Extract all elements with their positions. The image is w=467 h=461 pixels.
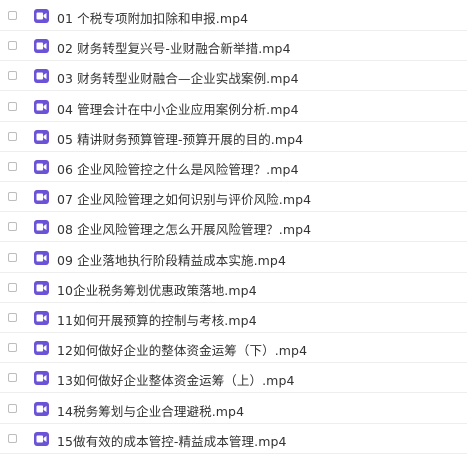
checkbox-icon[interactable] <box>8 313 17 322</box>
video-file-icon <box>34 431 49 446</box>
checkbox-icon[interactable] <box>8 131 17 141</box>
checkbox-icon[interactable] <box>8 71 17 81</box>
file-list: 01 个税专项附加扣除和申报.mp4 02 财务转型复兴号-业财融合新举措.mp4… <box>0 0 467 461</box>
video-file-icon <box>34 401 49 416</box>
video-file-icon <box>34 99 49 114</box>
file-row[interactable]: 13如何做好企业整体资金运筹（上）.mp4 <box>0 363 467 394</box>
file-name[interactable]: 11如何开展预算的控制与考核.mp4 <box>57 310 257 329</box>
file-name[interactable]: 07 企业风险管理之如何识别与评价风险.mp4 <box>57 189 311 208</box>
video-file-icon <box>34 39 49 54</box>
video-file-icon <box>34 9 49 23</box>
file-row[interactable]: 15做有效的成本管控-精益成本管理.mp4 <box>0 424 467 454</box>
file-row[interactable]: 08 企业风险管理之怎么开展风险管理？.mp4 <box>0 212 467 243</box>
video-file-icon <box>34 160 49 174</box>
file-name[interactable]: 01 个税专项附加扣除和申报.mp4 <box>57 8 248 27</box>
checkbox-icon[interactable] <box>8 192 17 202</box>
checkbox-icon[interactable] <box>8 252 17 262</box>
video-file-icon <box>34 190 49 205</box>
file-name[interactable]: 05 精讲财务预算管理-预算开展的目的.mp4 <box>57 129 303 148</box>
file-row[interactable]: 04 管理会计在中小企业应用案例分析.mp4 <box>0 92 467 122</box>
video-file-icon <box>34 250 49 265</box>
file-row[interactable]: 10企业税务筹划优惠政策落地.mp4 <box>0 273 467 303</box>
video-file-icon <box>34 69 49 84</box>
file-name[interactable]: 06 企业风险管控之什么是风险管理？.mp4 <box>57 159 299 178</box>
checkbox-icon[interactable] <box>8 162 17 171</box>
checkbox-icon[interactable] <box>8 373 17 383</box>
file-row[interactable]: 11如何开展预算的控制与考核.mp4 <box>0 303 467 333</box>
video-file-icon <box>34 341 49 356</box>
checkbox-icon[interactable] <box>8 101 17 111</box>
file-name[interactable]: 08 企业风险管理之怎么开展风险管理？.mp4 <box>57 219 311 238</box>
file-row[interactable]: 03 财务转型业财融合—企业实战案例.mp4 <box>0 61 467 92</box>
checkbox-icon[interactable] <box>8 41 17 51</box>
video-file-icon <box>34 129 49 144</box>
checkbox-icon[interactable] <box>8 433 17 443</box>
checkbox-icon[interactable] <box>8 222 17 232</box>
file-name[interactable]: 14税务筹划与企业合理避税.mp4 <box>57 401 244 420</box>
file-name[interactable]: 12如何做好企业的整体资金运筹（下）.mp4 <box>57 340 307 359</box>
checkbox-icon[interactable] <box>8 403 17 413</box>
file-row[interactable]: 09 企业落地执行阶段精益成本实施.mp4 <box>0 243 467 273</box>
file-row[interactable]: 14税务筹划与企业合理避税.mp4 <box>0 394 467 424</box>
file-name[interactable]: 09 企业落地执行阶段精益成本实施.mp4 <box>57 250 286 269</box>
file-name[interactable]: 03 财务转型业财融合—企业实战案例.mp4 <box>57 68 299 87</box>
file-name[interactable]: 10企业税务筹划优惠政策落地.mp4 <box>57 280 257 299</box>
file-row[interactable]: 06 企业风险管控之什么是风险管理？.mp4 <box>0 152 467 182</box>
file-row[interactable]: 05 精讲财务预算管理-预算开展的目的.mp4 <box>0 122 467 152</box>
video-file-icon <box>34 371 49 386</box>
file-name[interactable]: 15做有效的成本管控-精益成本管理.mp4 <box>57 431 287 450</box>
video-file-icon <box>34 311 49 325</box>
video-file-icon <box>34 280 49 295</box>
file-name[interactable]: 04 管理会计在中小企业应用案例分析.mp4 <box>57 99 299 118</box>
video-file-icon <box>34 220 49 235</box>
checkbox-icon[interactable] <box>8 11 17 20</box>
checkbox-icon[interactable] <box>8 282 17 292</box>
checkbox-icon[interactable] <box>8 343 17 353</box>
file-row[interactable]: 01 个税专项附加扣除和申报.mp4 <box>0 1 467 31</box>
file-row[interactable]: 12如何做好企业的整体资金运筹（下）.mp4 <box>0 333 467 364</box>
file-name[interactable]: 13如何做好企业整体资金运筹（上）.mp4 <box>57 370 295 389</box>
file-name[interactable]: 02 财务转型复兴号-业财融合新举措.mp4 <box>57 38 291 57</box>
file-row[interactable]: 07 企业风险管理之如何识别与评价风险.mp4 <box>0 182 467 213</box>
file-row[interactable]: 02 财务转型复兴号-业财融合新举措.mp4 <box>0 31 467 62</box>
